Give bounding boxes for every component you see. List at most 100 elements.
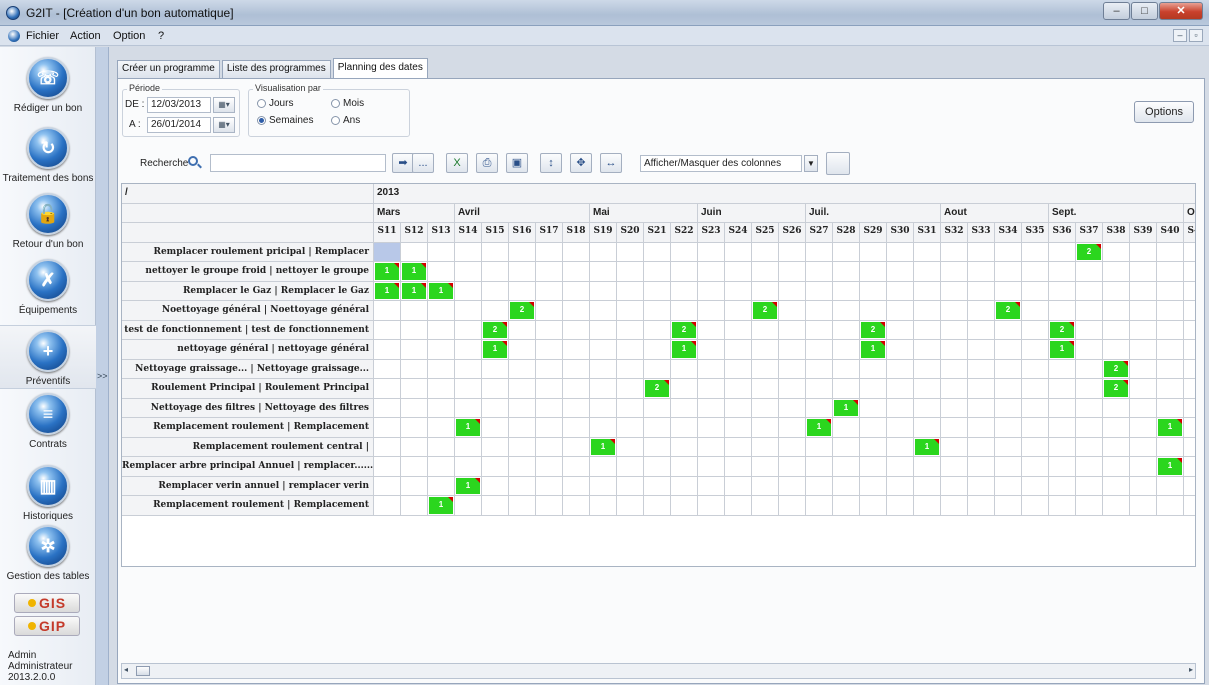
planning-cell[interactable] [1076, 476, 1103, 496]
planning-cell[interactable] [536, 379, 563, 399]
calendar-dropdown-icon[interactable]: ▦▾ [213, 117, 235, 133]
planning-cell[interactable] [617, 262, 644, 282]
scheduled-cell[interactable]: 1 [429, 497, 453, 514]
planning-cell[interactable] [914, 242, 941, 262]
planning-cell[interactable] [671, 379, 698, 399]
planning-cell[interactable] [536, 281, 563, 301]
planning-cell[interactable] [644, 301, 671, 321]
planning-cell[interactable] [914, 262, 941, 282]
planning-cell[interactable] [536, 340, 563, 360]
planning-cell[interactable] [1184, 340, 1195, 360]
planning-cell[interactable] [1130, 398, 1157, 418]
planning-cell[interactable] [1103, 262, 1130, 282]
planning-cell[interactable] [1049, 476, 1076, 496]
planning-cell[interactable] [644, 418, 671, 438]
planning-cell[interactable] [941, 301, 968, 321]
planning-cell[interactable] [1157, 301, 1184, 321]
sidebar-item-contrats[interactable]: ≡ Contrats [0, 393, 96, 459]
scheduled-cell[interactable]: 1 [483, 341, 507, 358]
planning-cell[interactable] [1103, 457, 1130, 477]
planning-cell[interactable] [374, 242, 401, 262]
scheduled-cell[interactable]: 2 [1104, 360, 1128, 377]
planning-cell[interactable] [671, 457, 698, 477]
planning-cell[interactable] [509, 281, 536, 301]
planning-cell[interactable] [563, 496, 590, 516]
planning-cell[interactable] [644, 496, 671, 516]
planning-cell[interactable] [455, 262, 482, 282]
planning-cell[interactable] [806, 320, 833, 340]
planning-cell[interactable] [779, 320, 806, 340]
planning-cell[interactable] [1157, 476, 1184, 496]
planning-cell[interactable] [995, 418, 1022, 438]
planning-cell[interactable] [1022, 457, 1049, 477]
planning-cell[interactable] [806, 359, 833, 379]
date-de-field[interactable]: 12/03/2013 [147, 97, 211, 113]
planning-cell[interactable] [860, 418, 887, 438]
planning-cell[interactable] [860, 262, 887, 282]
planning-cell[interactable] [482, 437, 509, 457]
close-button[interactable]: ✕ [1159, 2, 1203, 20]
scroll-right-icon[interactable]: ▸ [1189, 665, 1193, 674]
planning-cell[interactable] [779, 418, 806, 438]
planning-cell[interactable] [671, 301, 698, 321]
planning-cell[interactable] [1103, 242, 1130, 262]
planning-cell[interactable] [779, 457, 806, 477]
planning-cell[interactable] [779, 262, 806, 282]
planning-cell[interactable] [455, 496, 482, 516]
sidebar-item-historiques[interactable]: ▥ Historiques [0, 465, 96, 531]
task-row-label[interactable]: Remplacer verin annuel | remplacer verin [122, 476, 374, 496]
planning-cell[interactable] [1103, 281, 1130, 301]
planning-cell[interactable] [698, 281, 725, 301]
scheduled-cell[interactable]: 1 [861, 341, 885, 358]
planning-cell[interactable] [401, 242, 428, 262]
planning-cell[interactable] [401, 476, 428, 496]
planning-cell[interactable] [968, 359, 995, 379]
planning-cell[interactable] [1022, 476, 1049, 496]
go-arrow-button[interactable]: ➡ [392, 153, 414, 173]
planning-cell[interactable] [455, 281, 482, 301]
planning-cell[interactable] [752, 359, 779, 379]
planning-cell[interactable] [509, 457, 536, 477]
planning-cell[interactable] [1130, 457, 1157, 477]
planning-cell[interactable] [563, 379, 590, 399]
sidebar-item-gestion-tables[interactable]: ✲ Gestion des tables [0, 525, 96, 591]
planning-cell[interactable] [617, 398, 644, 418]
planning-cell[interactable] [536, 242, 563, 262]
planning-cell[interactable] [779, 301, 806, 321]
planning-cell[interactable] [671, 496, 698, 516]
task-row-label[interactable]: Noettoyage général | Noettoyage général [122, 301, 374, 321]
planning-cell[interactable] [509, 340, 536, 360]
planning-cell[interactable] [725, 398, 752, 418]
planning-cell[interactable] [725, 476, 752, 496]
planning-cell[interactable] [1076, 437, 1103, 457]
planning-cell[interactable] [536, 476, 563, 496]
sidebar-item-preventifs[interactable]: + Préventifs [0, 325, 96, 389]
planning-cell[interactable] [1022, 301, 1049, 321]
planning-cell[interactable] [1184, 282, 1195, 301]
planning-cell[interactable] [725, 457, 752, 477]
planning-cell[interactable] [374, 398, 401, 418]
planning-cell[interactable] [1184, 360, 1195, 379]
planning-cell[interactable] [590, 496, 617, 516]
mdi-minimize-button[interactable]: – [1173, 29, 1187, 42]
scheduled-cell[interactable]: 1 [807, 419, 831, 436]
planning-cell[interactable] [401, 457, 428, 477]
planning-cell[interactable] [374, 496, 401, 516]
planning-cell[interactable] [644, 262, 671, 282]
planning-cell[interactable] [833, 496, 860, 516]
planning-cell[interactable] [428, 301, 455, 321]
planning-cell[interactable] [428, 398, 455, 418]
planning-cell[interactable] [536, 496, 563, 516]
scheduled-cell[interactable]: 1 [402, 263, 426, 280]
planning-cell[interactable] [563, 476, 590, 496]
planning-cell[interactable] [617, 437, 644, 457]
planning-cell[interactable] [725, 437, 752, 457]
planning-cell[interactable] [968, 398, 995, 418]
planning-cell[interactable] [860, 242, 887, 262]
date-a-field[interactable]: 26/01/2014 [147, 117, 211, 133]
planning-cell[interactable] [644, 476, 671, 496]
planning-cell[interactable] [914, 418, 941, 438]
planning-cell[interactable] [887, 437, 914, 457]
scheduled-cell[interactable]: 2 [645, 380, 669, 397]
planning-cell[interactable] [1076, 398, 1103, 418]
